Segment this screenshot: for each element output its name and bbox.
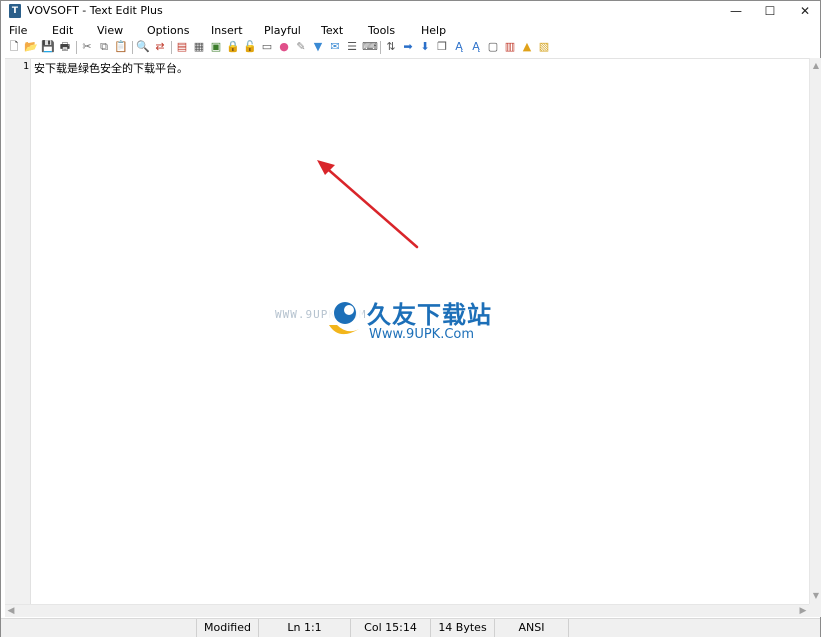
scroll-right-icon[interactable]: ▶: [797, 605, 809, 617]
document-icon[interactable]: ▭: [260, 40, 274, 54]
list-icon[interactable]: ☰: [345, 40, 359, 54]
toolbar-separator: [76, 41, 77, 54]
new-file-icon[interactable]: 🗋: [7, 40, 21, 54]
find-icon[interactable]: 🔍: [136, 40, 150, 54]
paste-icon[interactable]: 📋: [114, 40, 128, 54]
save-icon[interactable]: 💾: [41, 40, 55, 54]
app-window: T VOVSOFT - Text Edit Plus — ☐ ✕ File Ed…: [0, 0, 821, 637]
sort-icon[interactable]: ⇅: [384, 40, 398, 54]
maximize-button[interactable]: ☐: [752, 1, 788, 21]
close-button[interactable]: ✕: [787, 1, 821, 21]
text-a-icon[interactable]: Ą: [452, 40, 466, 54]
lock-icon[interactable]: 🔒: [226, 40, 240, 54]
status-encoding: ANSI: [495, 619, 569, 637]
warning-icon[interactable]: ▲: [520, 40, 534, 54]
bookmark-icon[interactable]: ▤: [175, 40, 189, 54]
menu-text[interactable]: Text: [321, 24, 343, 37]
print-icon[interactable]: 🖶: [58, 40, 72, 54]
duplicate-icon[interactable]: ❐: [435, 40, 449, 54]
status-spacer: [1, 619, 197, 637]
scroll-up-icon[interactable]: ▲: [810, 60, 821, 72]
copy-icon[interactable]: ⧉: [97, 40, 111, 54]
window-title: VOVSOFT - Text Edit Plus: [27, 4, 163, 17]
menu-playful[interactable]: Playful: [264, 24, 301, 37]
replace-icon[interactable]: ⇄: [153, 40, 167, 54]
menu-bar: File Edit View Options Insert Playful Te…: [1, 21, 820, 39]
pen-icon[interactable]: ✎: [294, 40, 308, 54]
annotation-arrow-icon: [317, 160, 419, 249]
scroll-left-icon[interactable]: ◀: [5, 605, 17, 617]
arrow-right-icon[interactable]: ➡: [401, 40, 415, 54]
menu-insert[interactable]: Insert: [211, 24, 243, 37]
scroll-down-icon[interactable]: ▼: [810, 590, 821, 602]
open-file-icon[interactable]: 📂: [24, 40, 38, 54]
menu-help[interactable]: Help: [421, 24, 446, 37]
toolbar-separator: [132, 41, 133, 54]
calendar-icon[interactable]: ▥: [503, 40, 517, 54]
status-size: 14 Bytes: [431, 619, 495, 637]
image-frame-icon[interactable]: ▧: [537, 40, 551, 54]
status-bar: Modified Ln 1:1 Col 15:14 14 Bytes ANSI: [1, 618, 820, 637]
toolbar-separator: [171, 41, 172, 54]
menu-view[interactable]: View: [97, 24, 123, 37]
editor-line[interactable]: 安下载是绿色安全的下载平台。: [34, 60, 188, 76]
mail-icon[interactable]: ✉: [328, 40, 342, 54]
view-doc-icon[interactable]: ▦: [192, 40, 206, 54]
toolbar-separator: [380, 41, 381, 54]
menu-options[interactable]: Options: [147, 24, 189, 37]
image-icon[interactable]: ▣: [209, 40, 223, 54]
watermark-logo-icon: [327, 299, 363, 335]
unlock-icon[interactable]: 🔓: [243, 40, 257, 54]
line-number-gutter: 1: [5, 59, 31, 605]
status-column: Col 15:14: [351, 619, 431, 637]
title-bar[interactable]: T VOVSOFT - Text Edit Plus — ☐ ✕: [1, 1, 820, 21]
cut-icon[interactable]: ✂: [80, 40, 94, 54]
keyboard-icon[interactable]: ⌨: [362, 40, 378, 54]
scrollbar-corner: [809, 604, 821, 617]
status-modified: Modified: [197, 619, 259, 637]
app-icon: T: [9, 4, 21, 18]
color-wheel-icon[interactable]: ●: [277, 40, 291, 54]
horizontal-scrollbar[interactable]: ◀ ▶: [5, 604, 809, 617]
minimize-button[interactable]: —: [718, 1, 754, 21]
watermark: WWW.9UPK.COM 久友下载站 Www.9UPK.Com: [271, 293, 511, 353]
toolbar: 🗋 📂 💾 🖶 ✂ ⧉ 📋 🔍 ⇄ ▤ ▦ ▣ 🔒 🔓 ▭ ● ✎ ▼ ✉ ☰ ⌨ ⇅ ➡ ⬇ ❐ Ą Ą ▢ ▥ ▲ ▧: [1, 39, 820, 57]
filter-icon[interactable]: ▼: [311, 40, 325, 54]
line-number: 1: [22, 61, 29, 72]
text-b-icon[interactable]: Ą: [469, 40, 483, 54]
menu-file[interactable]: File: [9, 24, 27, 37]
menu-tools[interactable]: Tools: [368, 24, 395, 37]
menu-edit[interactable]: Edit: [52, 24, 73, 37]
window-icon[interactable]: ▢: [486, 40, 500, 54]
status-line: Ln 1:1: [259, 619, 351, 637]
vertical-scrollbar[interactable]: ▲ ▼: [809, 58, 821, 604]
watermark-url: Www.9UPK.Com: [369, 327, 475, 342]
arrow-down-icon[interactable]: ⬇: [418, 40, 432, 54]
watermark-brand: 久友下载站: [367, 301, 492, 329]
